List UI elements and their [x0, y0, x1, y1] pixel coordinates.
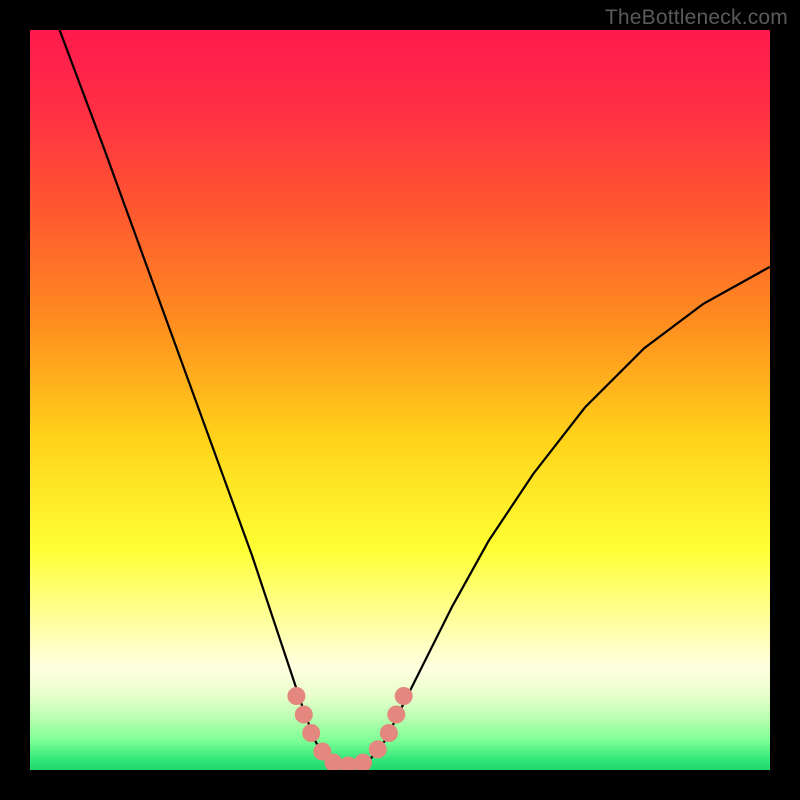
curve-marker	[387, 706, 405, 724]
bottleneck-chart	[30, 30, 770, 770]
chart-frame: TheBottleneck.com	[0, 0, 800, 800]
curve-marker	[295, 706, 313, 724]
watermark-text: TheBottleneck.com	[605, 6, 788, 30]
curve-marker	[287, 687, 305, 705]
curve-marker	[380, 724, 398, 742]
curve-marker	[369, 740, 387, 758]
curve-marker	[395, 687, 413, 705]
gradient-background	[30, 30, 770, 770]
curve-marker	[302, 724, 320, 742]
